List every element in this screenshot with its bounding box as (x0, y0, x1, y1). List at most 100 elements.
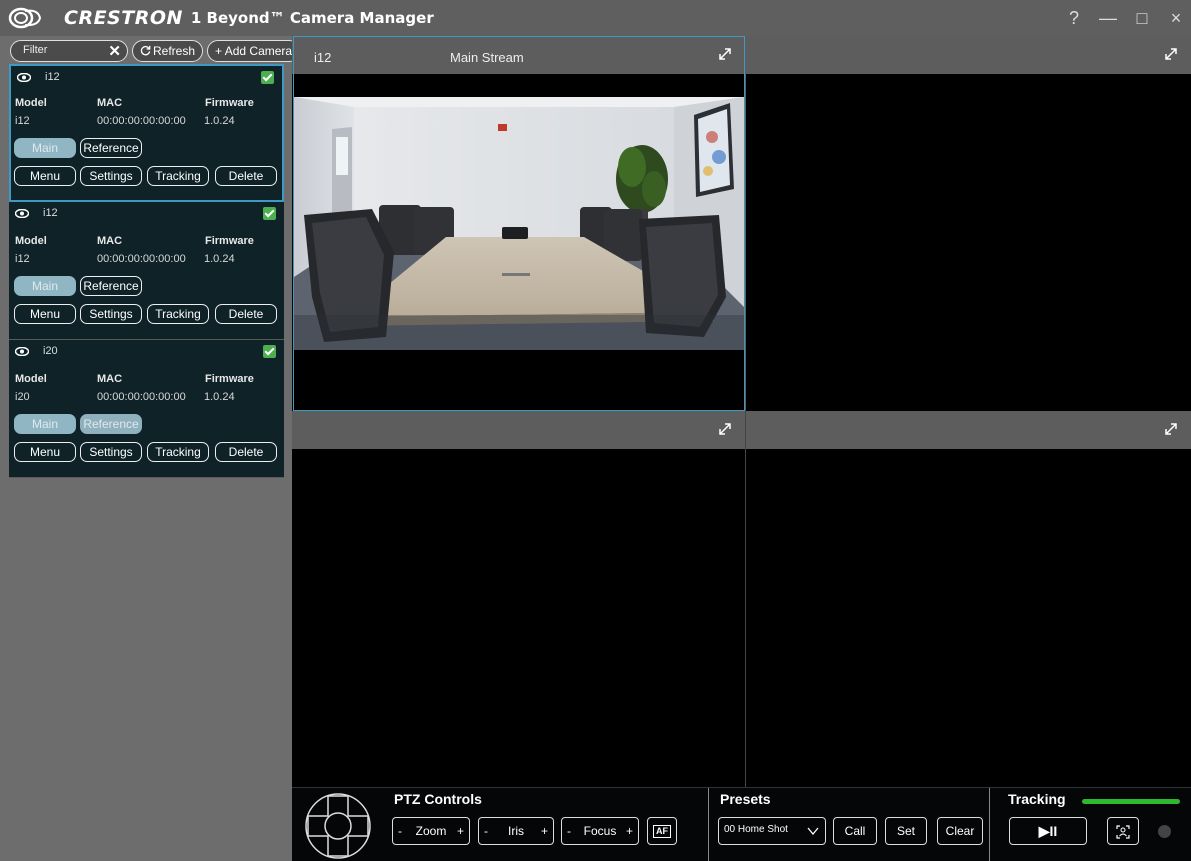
iris-close-button[interactable]: - (484, 818, 488, 844)
camera-card[interactable]: i12 Model MAC Firmware i12 00:00:00:00:0… (9, 64, 284, 202)
settings-button[interactable]: Settings (80, 442, 142, 462)
control-panel: PTZ Controls - Zoom + - Iris + - Focus +… (292, 787, 1191, 861)
camera-card-header: i12 (15, 207, 58, 219)
autofocus-button[interactable]: AF (647, 817, 677, 845)
tracking-title: Tracking (1008, 791, 1066, 807)
menu-button[interactable]: Menu (14, 442, 76, 462)
checkbox-icon[interactable] (263, 345, 276, 358)
preset-clear-button[interactable]: Clear (937, 817, 983, 845)
ptz-controls-title: PTZ Controls (394, 791, 482, 807)
filter-input[interactable]: Filter ✕ (10, 40, 128, 62)
settings-button[interactable]: Settings (80, 304, 142, 324)
firmware-label: Firmware (205, 373, 254, 385)
camera-name: i12 (43, 207, 58, 219)
preset-call-button[interactable]: Call (833, 817, 877, 845)
eye-icon[interactable] (17, 72, 31, 82)
delete-button[interactable]: Delete (215, 166, 277, 186)
reference-stream-button[interactable]: Reference (80, 414, 142, 434)
model-value: i12 (15, 253, 30, 265)
refresh-button[interactable]: Refresh (132, 40, 204, 62)
iris-control: - Iris + (478, 817, 554, 845)
reference-stream-button[interactable]: Reference (80, 138, 142, 158)
model-value: i20 (15, 391, 30, 403)
eye-icon[interactable] (15, 208, 29, 218)
close-button[interactable]: × (1165, 8, 1187, 29)
section-divider (708, 788, 709, 861)
firmware-label: Firmware (205, 235, 254, 247)
clear-filter-icon[interactable]: ✕ (108, 42, 121, 60)
autofocus-icon: AF (653, 825, 671, 839)
crestron-logo: CRESTRON (8, 7, 183, 29)
window-controls: ? — □ × (1063, 0, 1187, 36)
checkbox-icon[interactable] (263, 207, 276, 220)
menu-button[interactable]: Menu (14, 166, 76, 186)
app-title: 1 Beyond™ Camera Manager (190, 9, 434, 27)
model-label: Model (15, 235, 47, 247)
tracking-button[interactable]: Tracking (147, 442, 209, 462)
expand-icon[interactable] (1165, 48, 1177, 60)
settings-button[interactable]: Settings (80, 166, 142, 186)
iris-label: Iris (508, 824, 524, 838)
section-divider (989, 788, 990, 861)
add-camera-button[interactable]: + Add Camera (207, 40, 301, 62)
main-stream-button[interactable]: Main (14, 414, 76, 434)
eye-icon[interactable] (15, 346, 29, 356)
focus-near-button[interactable]: - (567, 818, 571, 844)
model-value: i12 (15, 115, 30, 127)
tracking-frame-button[interactable] (1107, 817, 1139, 845)
video-tile-header (746, 36, 1191, 74)
camera-card[interactable]: i20 Model MAC Firmware i20 00:00:00:00:0… (9, 340, 284, 478)
camera-card-header: i12 (17, 71, 60, 83)
frame-person-icon (1116, 825, 1130, 839)
mac-value: 00:00:00:00:00:00 (97, 115, 186, 127)
maximize-button[interactable]: □ (1131, 8, 1153, 29)
tracking-play-pause-button[interactable]: ▶II (1009, 817, 1087, 845)
camera-name: i12 (45, 71, 60, 83)
reference-stream-button[interactable]: Reference (80, 276, 142, 296)
title-bar: CRESTRON 1 Beyond™ Camera Manager ? — □ … (0, 0, 1191, 36)
tile-divider (745, 410, 746, 787)
iris-open-button[interactable]: + (541, 818, 548, 844)
camera-card-header: i20 (15, 345, 58, 357)
mac-label: MAC (97, 373, 123, 385)
refresh-icon (140, 45, 151, 56)
zoom-out-button[interactable]: - (398, 818, 402, 844)
expand-icon[interactable] (719, 423, 731, 435)
preset-set-button[interactable]: Set (885, 817, 927, 845)
tracking-indicator-icon (1158, 825, 1171, 838)
model-label: Model (15, 97, 47, 109)
delete-button[interactable]: Delete (215, 442, 277, 462)
zoom-in-button[interactable]: + (457, 818, 464, 844)
menu-button[interactable]: Menu (14, 304, 76, 324)
tracking-status-bar (1082, 799, 1180, 804)
checkbox-icon[interactable] (261, 71, 274, 84)
firmware-label: Firmware (205, 97, 254, 109)
expand-icon[interactable] (1165, 423, 1177, 435)
model-label: Model (15, 373, 47, 385)
mac-value: 00:00:00:00:00:00 (97, 391, 186, 403)
delete-button[interactable]: Delete (215, 304, 277, 324)
help-button[interactable]: ? (1063, 8, 1085, 29)
video-grid: i12 Main Stream (292, 36, 1191, 787)
zoom-control: - Zoom + (392, 817, 470, 845)
crestron-swirl-icon (8, 7, 42, 29)
preset-selected-value: 00 Home Shot (724, 824, 788, 835)
brand-name: CRESTRON (64, 7, 183, 29)
firmware-value: 1.0.24 (204, 253, 235, 265)
focus-far-button[interactable]: + (626, 818, 633, 844)
video-tile-header (746, 411, 1191, 449)
minimize-button[interactable]: — (1097, 8, 1119, 29)
preset-select[interactable]: 00 Home Shot (718, 817, 826, 845)
main-stream-button[interactable]: Main (14, 138, 76, 158)
main-stream-button[interactable]: Main (14, 276, 76, 296)
mac-label: MAC (97, 97, 123, 109)
ptz-joystick-icon[interactable] (304, 792, 372, 860)
refresh-label: Refresh (153, 44, 196, 58)
camera-cards: i12 Model MAC Firmware i12 00:00:00:00:0… (9, 64, 284, 478)
tracking-button[interactable]: Tracking (147, 304, 209, 324)
tracking-button[interactable]: Tracking (147, 166, 209, 186)
camera-list-panel: Filter ✕ Refresh + Add Camera i12 Model … (0, 36, 301, 861)
camera-name: i20 (43, 345, 58, 357)
tile-divider (745, 36, 746, 411)
camera-card[interactable]: i12 Model MAC Firmware i12 00:00:00:00:0… (9, 202, 284, 340)
